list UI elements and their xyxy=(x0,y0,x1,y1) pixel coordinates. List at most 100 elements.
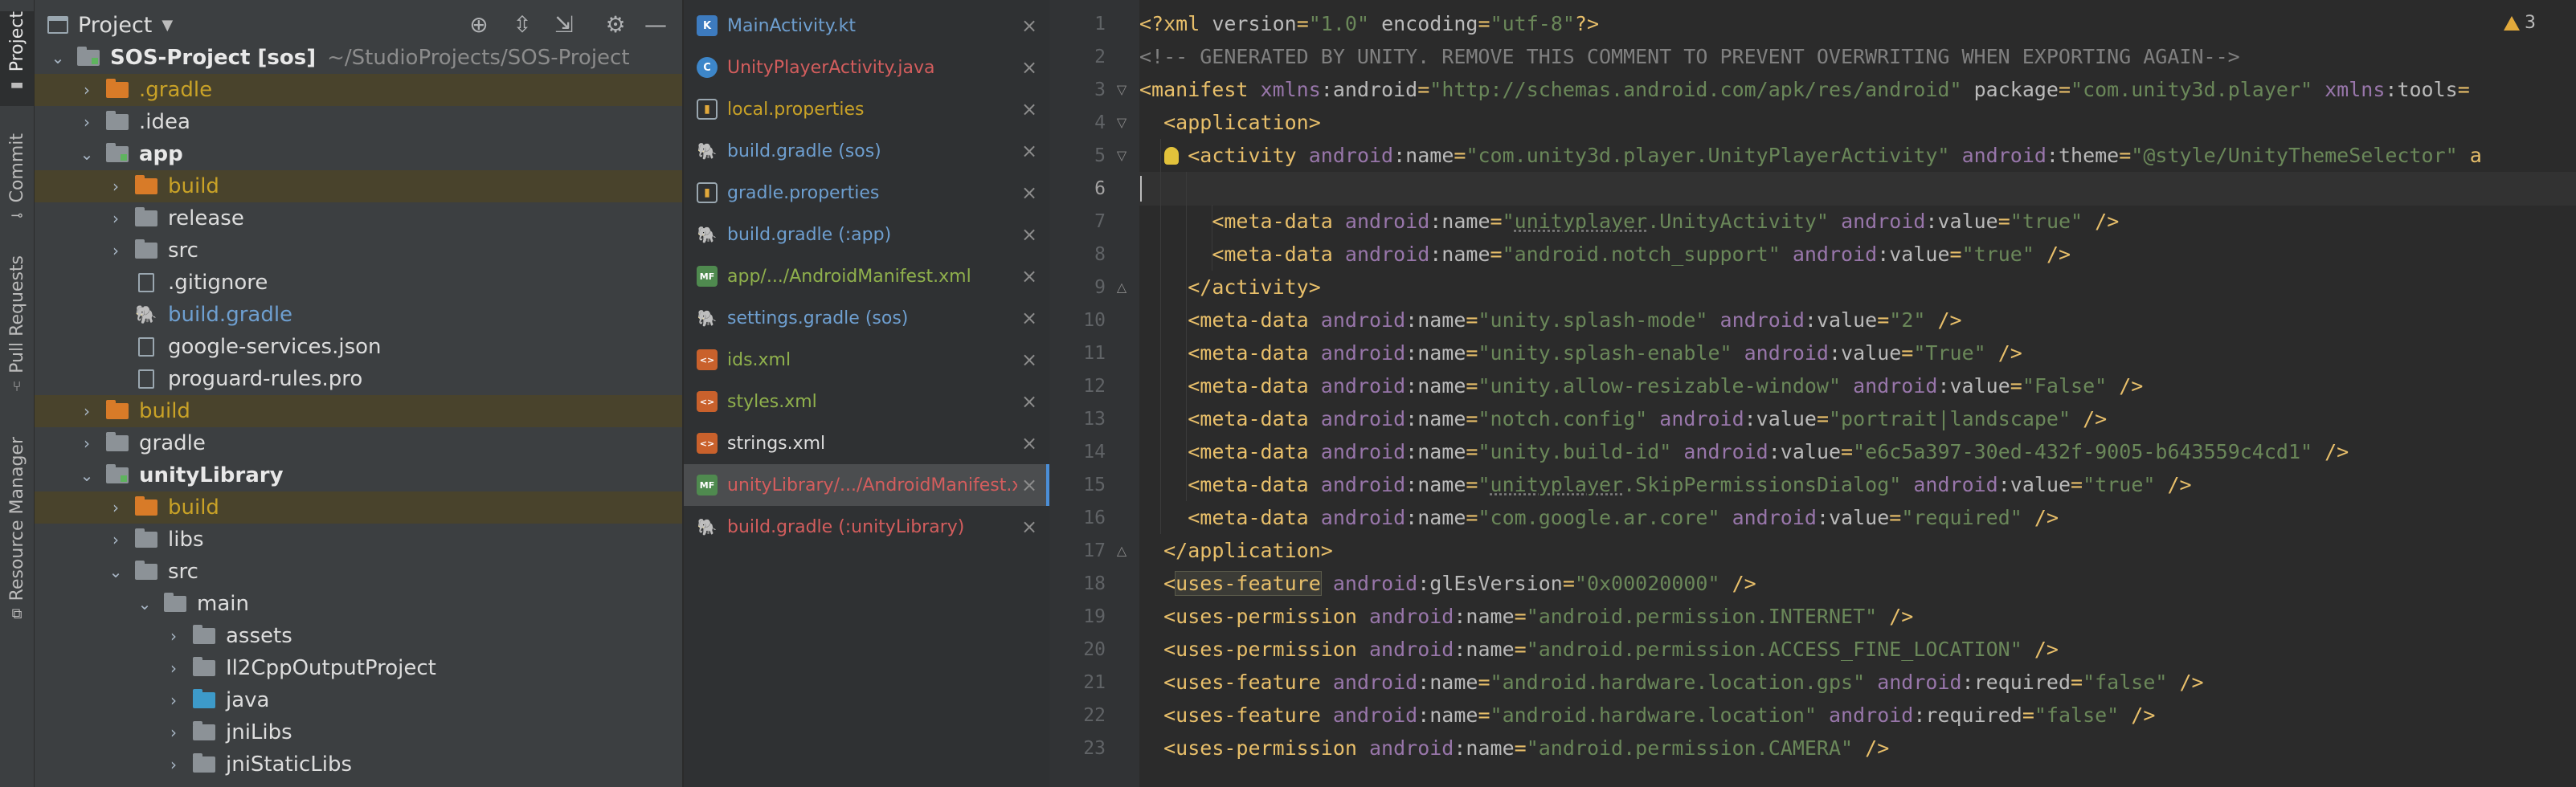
chevron-right-icon[interactable]: › xyxy=(165,620,182,652)
hide-panel-icon[interactable]: — xyxy=(642,11,669,39)
chevron-right-icon[interactable]: › xyxy=(107,524,125,556)
project-view-selector[interactable]: Project xyxy=(78,13,152,38)
tree-item-label: unityLibrary xyxy=(139,463,284,487)
tree-item[interactable]: › build xyxy=(35,395,682,427)
chevron-right-icon[interactable]: › xyxy=(78,395,96,427)
tree-item[interactable]: google-services.json xyxy=(35,331,682,363)
tree-item-label: jniLibs xyxy=(226,720,292,744)
open-file-item[interactable]: ▮ local.properties × xyxy=(684,88,1049,130)
fold-marker-icon[interactable]: ▽ xyxy=(1114,148,1130,164)
tree-item[interactable]: › jniLibs xyxy=(35,716,682,748)
tree-item[interactable]: ⌄ main xyxy=(35,588,682,620)
tool-tab-label: Commit xyxy=(6,133,27,203)
tree-item[interactable]: › libs xyxy=(35,524,682,556)
expand-all-icon[interactable]: ⇳ xyxy=(509,11,536,39)
fold-marker-icon[interactable]: ▽ xyxy=(1114,82,1130,98)
tree-item[interactable]: › jniStaticLibs xyxy=(35,748,682,781)
collapse-all-icon[interactable]: ⇲ xyxy=(550,11,578,39)
tree-item[interactable]: › assets xyxy=(35,620,682,652)
chevron-down-icon[interactable]: ⌄ xyxy=(136,588,153,620)
tree-item[interactable]: proguard-rules.pro xyxy=(35,363,682,395)
chevron-right-icon[interactable]: › xyxy=(165,716,182,748)
tree-item[interactable]: › .idea xyxy=(35,106,682,138)
tree-item[interactable]: › .gradle xyxy=(35,74,682,106)
open-file-item[interactable]: <> ids.xml × xyxy=(684,339,1049,381)
chevron-right-icon[interactable]: › xyxy=(107,234,125,267)
tree-item[interactable]: › build xyxy=(35,170,682,202)
tree-item[interactable]: › java xyxy=(35,684,682,716)
folder-icon xyxy=(190,689,218,710)
close-icon[interactable]: × xyxy=(1017,56,1041,79)
open-file-item[interactable]: <> styles.xml × xyxy=(684,381,1049,422)
tree-item-label: build xyxy=(168,495,219,520)
chevron-right-icon[interactable]: › xyxy=(107,170,125,202)
close-icon[interactable]: × xyxy=(1017,516,1041,538)
chevron-down-icon[interactable]: ⌄ xyxy=(49,42,67,74)
chevron-right-icon[interactable]: › xyxy=(165,684,182,716)
open-file-item[interactable]: <> strings.xml × xyxy=(684,422,1049,464)
code-editor[interactable]: 1 2 3 ▽ 4 ▽ 5 ▽ 6 7 8 9 △ 10 11 12 13 14 15 16 17 △ 18 19 20 21 22… xyxy=(1049,0,2576,787)
tree-item[interactable]: › build xyxy=(35,491,682,524)
code-area[interactable]: <?xml version="1.0" encoding="utf-8"?> <!… xyxy=(1139,0,2576,787)
tree-item[interactable]: ⌄ src xyxy=(35,556,682,588)
open-file-item[interactable]: C UnityPlayerActivity.java × xyxy=(684,47,1049,88)
chevron-right-icon[interactable]: › xyxy=(107,491,125,524)
inspection-warnings[interactable]: 3 xyxy=(2504,13,2536,33)
commit-icon: ⊸ xyxy=(10,207,23,225)
close-icon[interactable]: × xyxy=(1017,223,1041,246)
open-file-item[interactable]: 🐘 build.gradle (:unityLibrary) × xyxy=(684,506,1049,548)
close-icon[interactable]: × xyxy=(1017,432,1041,455)
open-file-item[interactable]: MF unityLibrary/.../AndroidManifest.xml × xyxy=(684,464,1049,506)
close-icon[interactable]: × xyxy=(1017,140,1041,162)
close-icon[interactable]: × xyxy=(1017,14,1041,37)
chevron-right-icon[interactable]: › xyxy=(165,652,182,684)
tool-tab-pull-requests[interactable]: Pull Requests ⑂ xyxy=(0,255,34,398)
chevron-right-icon[interactable]: › xyxy=(78,427,96,459)
tree-item[interactable]: ⌄ app xyxy=(35,138,682,170)
chevron-down-icon[interactable]: ▼ xyxy=(162,17,173,34)
open-file-item[interactable]: ▮ gradle.properties × xyxy=(684,172,1049,214)
locate-file-icon[interactable]: ⊕ xyxy=(465,11,493,39)
project-panel: Project ▼ ⊕ ⇳ ⇲ ⚙ — ⌄ SOS-Project [sos] ~/… xyxy=(35,0,682,787)
open-file-item[interactable]: 🐘 build.gradle (sos) × xyxy=(684,130,1049,172)
close-icon[interactable]: × xyxy=(1017,181,1041,204)
open-file-item[interactable]: K MainActivity.kt × xyxy=(684,5,1049,47)
line-number-gutter[interactable]: 1 2 3 ▽ 4 ▽ 5 ▽ 6 7 8 9 △ 10 11 12 13 14 15 16 17 △ 18 19 20 21 22… xyxy=(1049,0,1139,787)
close-icon[interactable]: × xyxy=(1017,265,1041,287)
chevron-right-icon[interactable]: › xyxy=(165,748,182,781)
fold-marker-icon[interactable]: △ xyxy=(1114,543,1130,559)
close-icon[interactable]: × xyxy=(1017,307,1041,329)
tool-tab-resource-manager[interactable]: Resource Manager ⧉ xyxy=(0,437,34,622)
tree-item[interactable]: 🐘 build.gradle xyxy=(35,299,682,331)
close-icon[interactable]: × xyxy=(1017,98,1041,120)
chevron-down-icon[interactable]: ⌄ xyxy=(107,556,125,588)
line-number: 9 xyxy=(1094,277,1106,298)
chevron-down-icon[interactable]: ⌄ xyxy=(78,459,96,491)
close-icon[interactable]: × xyxy=(1017,390,1041,413)
open-file-item[interactable]: MF app/.../AndroidManifest.xml × xyxy=(684,255,1049,297)
chevron-down-icon[interactable]: ⌄ xyxy=(78,138,96,170)
tree-item[interactable]: ⌄ unityLibrary xyxy=(35,459,682,491)
open-file-item[interactable]: 🐘 build.gradle (:app) × xyxy=(684,214,1049,255)
tree-item[interactable]: › src xyxy=(35,234,682,267)
tree-item[interactable]: › Il2CppOutputProject xyxy=(35,652,682,684)
tool-tab-project[interactable]: Project ▬ xyxy=(0,11,34,106)
intention-bulb-icon[interactable] xyxy=(1164,147,1179,165)
gear-icon[interactable]: ⚙ xyxy=(602,11,629,39)
tree-item[interactable]: › gradle xyxy=(35,427,682,459)
chevron-right-icon[interactable]: › xyxy=(78,106,96,138)
open-file-item[interactable]: 🐘 settings.gradle (sos) × xyxy=(684,297,1049,339)
close-icon[interactable]: × xyxy=(1017,349,1041,371)
chevron-right-icon[interactable]: › xyxy=(107,202,125,234)
tree-item[interactable]: › release xyxy=(35,202,682,234)
fold-marker-icon[interactable]: ▽ xyxy=(1114,115,1130,131)
tool-tab-commit[interactable]: Commit ⊸ xyxy=(0,133,34,225)
close-icon[interactable]: × xyxy=(1017,474,1041,496)
fold-marker-icon[interactable]: △ xyxy=(1114,279,1130,296)
tree-item[interactable]: ⌄ SOS-Project [sos] ~/StudioProjects/SOS-P… xyxy=(35,42,682,74)
chevron-right-icon[interactable]: › xyxy=(78,74,96,106)
tree-item[interactable]: .gitignore xyxy=(35,267,682,299)
